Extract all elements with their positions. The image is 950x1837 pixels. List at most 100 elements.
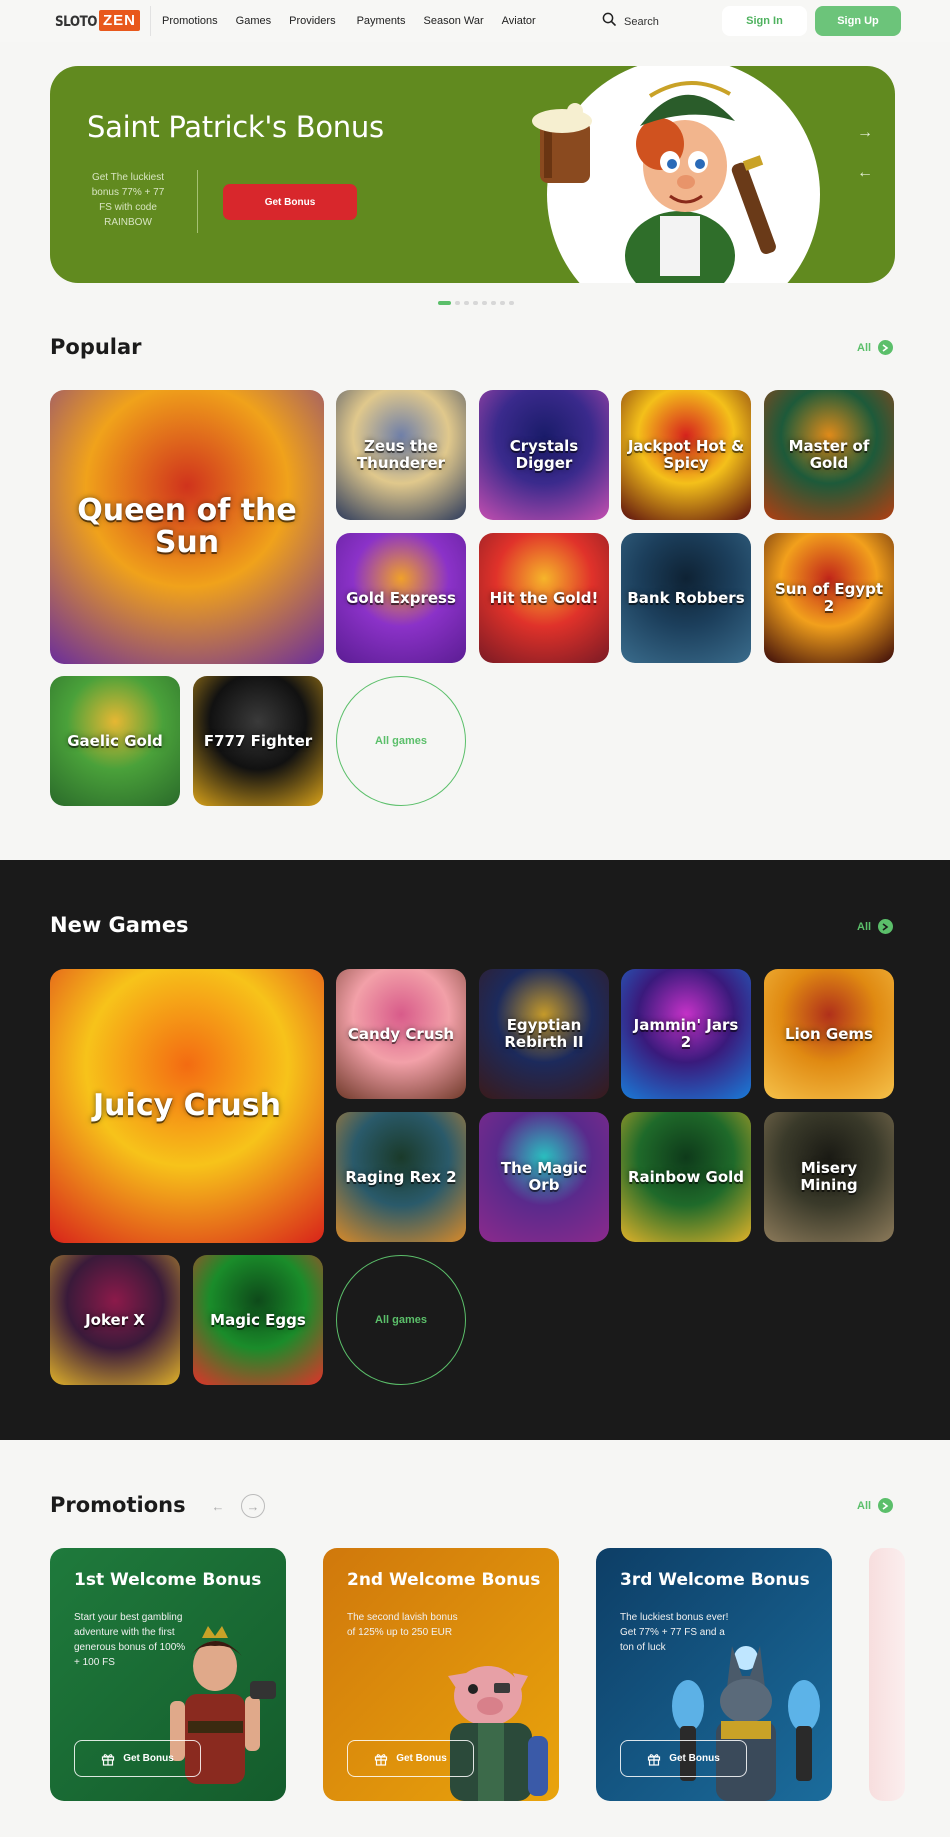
- arrow-right-icon: [878, 919, 894, 934]
- promo-button-label: Get Bonus: [396, 1753, 447, 1764]
- game-tile[interactable]: F777 Fighter: [193, 676, 323, 806]
- hero-dot-6[interactable]: [491, 301, 496, 305]
- game-tile[interactable]: Juicy Crush: [50, 969, 324, 1243]
- header-divider: [150, 6, 151, 36]
- game-tile[interactable]: Lion Gems: [764, 969, 894, 1099]
- promo-button-label: Get Bonus: [123, 1753, 174, 1764]
- promotions-prev-arrow[interactable]: ←: [206, 1494, 230, 1518]
- promo-card[interactable]: 2nd Welcome Bonus The second lavish bonu…: [323, 1548, 559, 1801]
- hero-dot-8[interactable]: [509, 301, 514, 305]
- promo-title: 3rd Welcome Bonus: [620, 1570, 810, 1590]
- promotions-all-label: All: [857, 1499, 872, 1512]
- hero-dot-3[interactable]: [464, 301, 469, 305]
- sign-up-button[interactable]: Sign Up: [815, 6, 901, 36]
- hero-title: Saint Patrick's Bonus: [87, 110, 384, 144]
- nav-promotions[interactable]: Promotions: [162, 15, 218, 27]
- game-title: Rainbow Gold: [627, 1167, 745, 1186]
- promotions-next-arrow[interactable]: →: [241, 1494, 265, 1518]
- game-title: Egyptian Rebirth II: [504, 1016, 584, 1051]
- hero-banner[interactable]: Saint Patrick's Bonus Get The luckiest b…: [50, 66, 895, 283]
- game-title: Joker X: [85, 1310, 145, 1329]
- new-games-all-games-button[interactable]: All games: [336, 1255, 466, 1385]
- new-games-all-link[interactable]: All: [857, 919, 894, 934]
- promo-description: Start your best gambling adventure with …: [74, 1612, 186, 1668]
- game-tile[interactable]: Master of Gold: [764, 390, 894, 520]
- promo-description: The second lavish bonus of 125% up to 25…: [347, 1612, 458, 1638]
- game-title: Jackpot Hot & Spicy: [627, 437, 745, 472]
- game-title: Misery Mining: [800, 1159, 858, 1194]
- nav-games[interactable]: Games: [236, 15, 271, 27]
- game-tile[interactable]: Bank Robbers: [621, 533, 751, 663]
- promo-card[interactable]: 1st Welcome Bonus Start your best gambli…: [50, 1548, 286, 1801]
- game-title: Raging Rex 2: [345, 1167, 457, 1186]
- game-title: Candy Crush: [347, 1024, 455, 1043]
- game-tile[interactable]: Crystals Digger: [479, 390, 609, 520]
- game-tile[interactable]: Queen of the Sun: [50, 390, 324, 664]
- game-tile[interactable]: The Magic Orb: [479, 1112, 609, 1242]
- game-title: Queen of the Sun: [77, 493, 297, 560]
- gift-icon: [374, 1752, 388, 1766]
- hero-next-arrow[interactable]: →: [856, 125, 874, 141]
- hero-description: Get The luckiest bonus 77% + 77 FS with …: [91, 172, 165, 228]
- game-title: Jammin' Jars 2: [633, 1016, 739, 1051]
- hero-get-bonus-button[interactable]: Get Bonus: [223, 184, 357, 220]
- promotions-all-link[interactable]: All: [857, 1498, 894, 1513]
- popular-all-label: All: [857, 341, 872, 354]
- search-label: Search: [624, 15, 659, 28]
- promotions-title: Promotions: [50, 1493, 186, 1517]
- nav-providers[interactable]: Providers: [289, 15, 335, 27]
- game-tile[interactable]: Zeus the Thunderer: [336, 390, 466, 520]
- game-tile[interactable]: Gaelic Gold: [50, 676, 180, 806]
- promo-button-label: Get Bonus: [669, 1753, 720, 1764]
- search-button[interactable]: Search: [602, 12, 659, 31]
- promo-card[interactable]: 3rd Welcome Bonus The luckiest bonus eve…: [596, 1548, 832, 1801]
- new-games-title: New Games: [50, 913, 189, 937]
- promo-get-bonus-button[interactable]: Get Bonus: [74, 1740, 201, 1777]
- promo-title: 2nd Welcome Bonus: [347, 1570, 541, 1590]
- game-title: Magic Eggs: [210, 1310, 306, 1329]
- game-tile[interactable]: Sun of Egypt 2: [764, 533, 894, 663]
- game-tile[interactable]: Magic Eggs: [193, 1255, 323, 1385]
- game-tile[interactable]: Misery Mining: [764, 1112, 894, 1242]
- game-tile[interactable]: Jackpot Hot & Spicy: [621, 390, 751, 520]
- game-tile[interactable]: Joker X: [50, 1255, 180, 1385]
- logo-text: SLOTO: [55, 12, 97, 29]
- logo-accent: ZEN: [98, 10, 140, 31]
- game-tile[interactable]: Egyptian Rebirth II: [479, 969, 609, 1099]
- promo-get-bonus-button[interactable]: Get Bonus: [620, 1740, 747, 1777]
- new-games-all-label: All: [857, 920, 872, 933]
- hero-dot-5[interactable]: [482, 301, 487, 305]
- promo-get-bonus-button[interactable]: Get Bonus: [347, 1740, 474, 1777]
- logo[interactable]: SLOTO ZEN: [55, 10, 140, 31]
- game-title: The Magic Orb: [500, 1159, 588, 1194]
- promo-card-peek[interactable]: [869, 1548, 905, 1801]
- game-title: Gold Express: [346, 588, 456, 607]
- game-title: Master of Gold: [788, 437, 870, 472]
- game-tile[interactable]: Hit the Gold!: [479, 533, 609, 663]
- game-title: Hit the Gold!: [489, 588, 599, 607]
- hero-divider: [197, 170, 198, 233]
- hero-prev-arrow[interactable]: ←: [856, 165, 874, 181]
- hero-dot-2[interactable]: [455, 301, 460, 305]
- game-title: Zeus the Thunderer: [356, 437, 446, 472]
- nav-season-war[interactable]: Season War: [424, 15, 484, 27]
- nav-payments[interactable]: Payments: [357, 15, 406, 27]
- hero-dot-4[interactable]: [473, 301, 478, 305]
- game-tile[interactable]: Raging Rex 2: [336, 1112, 466, 1242]
- game-tile[interactable]: Rainbow Gold: [621, 1112, 751, 1242]
- popular-all-games-button[interactable]: All games: [336, 676, 466, 806]
- game-title: Lion Gems: [785, 1024, 873, 1043]
- game-tile[interactable]: Gold Express: [336, 533, 466, 663]
- game-tile[interactable]: Candy Crush: [336, 969, 466, 1099]
- popular-title: Popular: [50, 335, 142, 359]
- nav-aviator[interactable]: Aviator: [502, 15, 536, 27]
- sign-in-button[interactable]: Sign In: [722, 6, 807, 36]
- game-tile[interactable]: Jammin' Jars 2: [621, 969, 751, 1099]
- hero-dot-7[interactable]: [500, 301, 505, 305]
- game-title: Gaelic Gold: [67, 731, 163, 750]
- gift-icon: [647, 1752, 661, 1766]
- game-title: Juicy Crush: [93, 1088, 281, 1123]
- pig-character-illustration: [448, 1666, 548, 1801]
- hero-dot-1[interactable]: [438, 301, 451, 305]
- popular-all-link[interactable]: All: [857, 340, 894, 355]
